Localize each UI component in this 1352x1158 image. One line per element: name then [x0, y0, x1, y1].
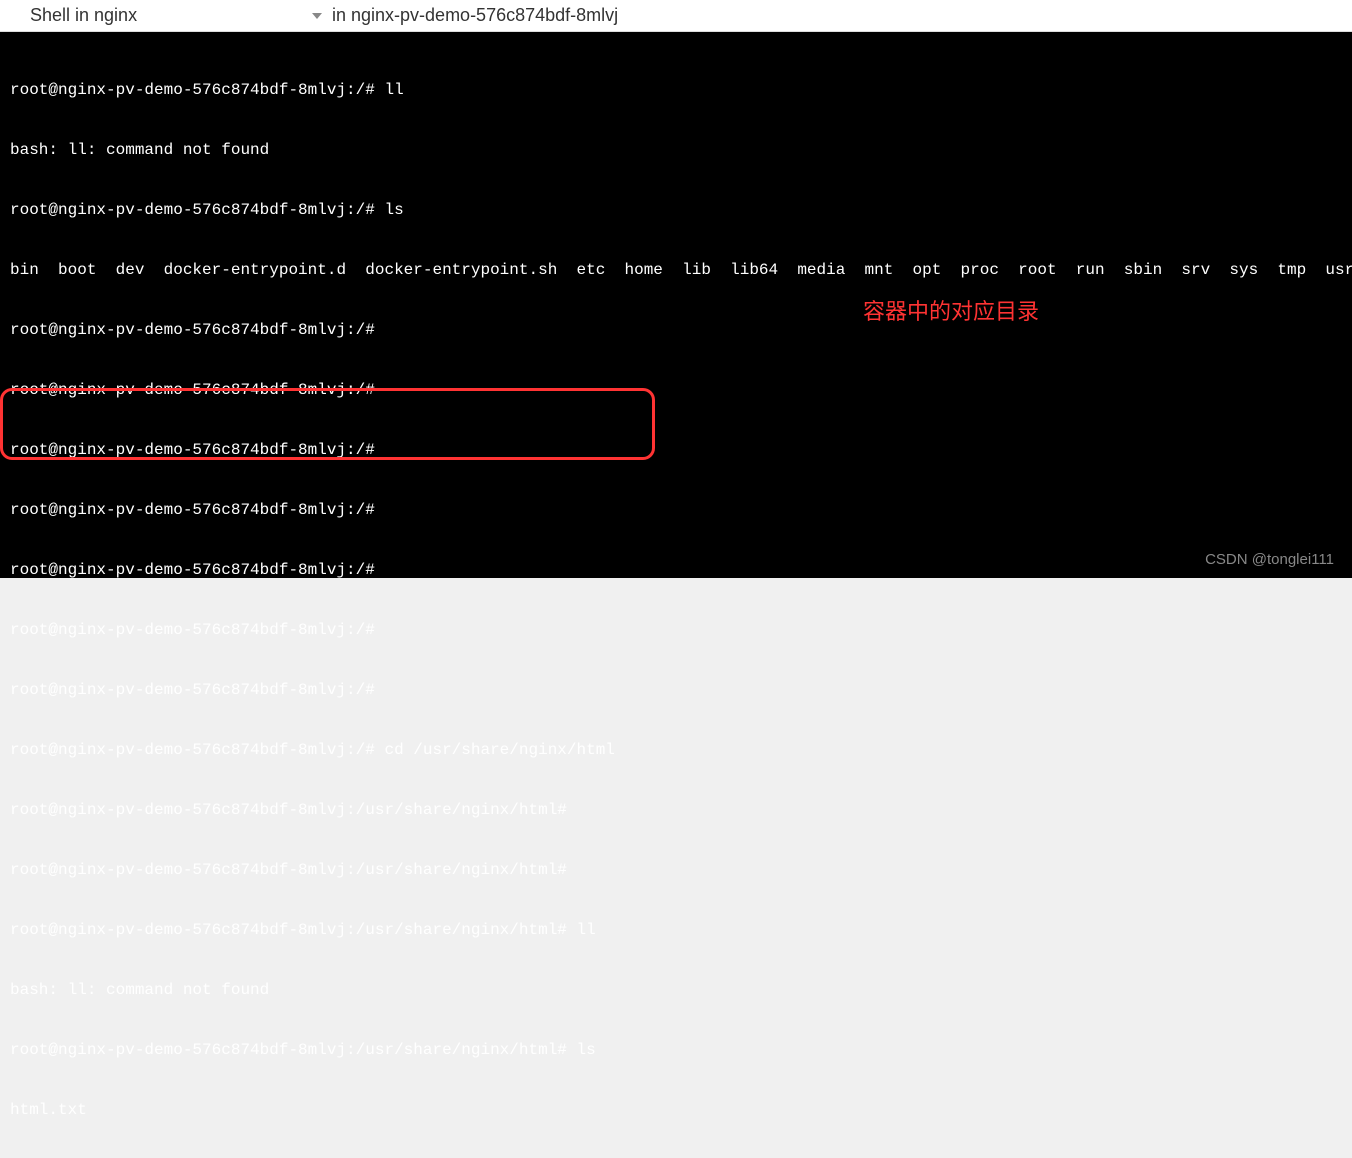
terminal-line: root@nginx-pv-demo-576c874bdf-8mlvj:/usr… [10, 1040, 1342, 1060]
watermark-text: CSDN @tonglei111 [1205, 550, 1334, 570]
terminal-line: root@nginx-pv-demo-576c874bdf-8mlvj:/# l… [10, 200, 1342, 220]
annotation-text: 容器中的对应目录 [863, 302, 1039, 322]
shell-selector[interactable]: Shell in nginx [30, 2, 330, 30]
terminal-line: root@nginx-pv-demo-576c874bdf-8mlvj:/# [10, 500, 1342, 520]
terminal-line: root@nginx-pv-demo-576c874bdf-8mlvj:/# c… [10, 740, 1342, 760]
chevron-down-icon [312, 13, 322, 19]
terminal-line: root@nginx-pv-demo-576c874bdf-8mlvj:/usr… [10, 800, 1342, 820]
terminal-line: bash: ll: command not found [10, 140, 1342, 160]
terminal-line: root@nginx-pv-demo-576c874bdf-8mlvj:/# [10, 620, 1342, 640]
shell-selector-label: Shell in nginx [30, 5, 137, 26]
terminal-line: root@nginx-pv-demo-576c874bdf-8mlvj:/usr… [10, 920, 1342, 940]
terminal-line: bin boot dev docker-entrypoint.d docker-… [10, 260, 1342, 280]
terminal-line: root@nginx-pv-demo-576c874bdf-8mlvj:/# [10, 680, 1342, 700]
terminal-line: root@nginx-pv-demo-576c874bdf-8mlvj:/# [10, 440, 1342, 460]
terminal-line: root@nginx-pv-demo-576c874bdf-8mlvj:/# [10, 560, 1342, 580]
terminal-line: html.txt [10, 1100, 1342, 1120]
header-bar: Shell in nginx in nginx-pv-demo-576c874b… [0, 0, 1352, 32]
terminal-panel[interactable]: root@nginx-pv-demo-576c874bdf-8mlvj:/# l… [0, 32, 1352, 578]
terminal-line: root@nginx-pv-demo-576c874bdf-8mlvj:/# l… [10, 80, 1342, 100]
terminal-line: root@nginx-pv-demo-576c874bdf-8mlvj:/# [10, 320, 1342, 340]
terminal-line: bash: ll: command not found [10, 980, 1342, 1000]
pod-name-label: in nginx-pv-demo-576c874bdf-8mlvj [332, 5, 618, 26]
terminal-line: root@nginx-pv-demo-576c874bdf-8mlvj:/# [10, 380, 1342, 400]
terminal-line: root@nginx-pv-demo-576c874bdf-8mlvj:/usr… [10, 860, 1342, 880]
